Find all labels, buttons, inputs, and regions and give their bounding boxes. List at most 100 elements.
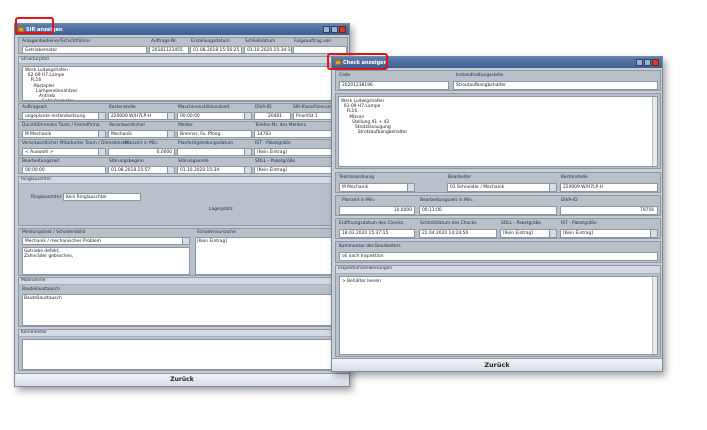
anlagenbediener-field[interactable]: Getriebemotor (22, 46, 147, 54)
inspektion-text: > Behälter leeren (342, 279, 381, 284)
massnahme-header: Maßnahme (19, 278, 347, 285)
maximize-icon[interactable] (644, 59, 651, 66)
team-label: Durchführendes Team / Fremdfirma (22, 123, 100, 128)
planfertigstellung-field[interactable] (177, 148, 252, 156)
eroeffnungsdatum-field[interactable]: 18.03.2020 15:37:15 (339, 229, 415, 238)
check-soll-paketgroesse-label: SOLL - Paketgröße (501, 221, 542, 226)
zurueck-button[interactable]: Zurück (15, 373, 349, 386)
sir-titlebar[interactable]: SIR anzeigen (15, 24, 349, 35)
teamzuordnung-select[interactable]: M Mechanik (339, 183, 415, 192)
strukturpfad-section: Strukturpfad Werk Ludwigshafen 02-09 H7.… (18, 56, 348, 102)
check-planzeit-label: Planzeit in Min. (342, 198, 376, 203)
auftragsart-label: Auftragsart (22, 105, 47, 110)
bauteilaustausch-label: Bauteilaustausch (22, 287, 60, 292)
verantwortlicher-select[interactable]: Mechanik (108, 130, 175, 138)
code-field[interactable]: 20201238196 (339, 81, 449, 90)
code-row: Code Instandhaltungsstelle 20201238196 S… (335, 70, 661, 91)
col-folgeauftrag: Folgeauftrag von (294, 39, 332, 44)
close-icon[interactable] (339, 26, 346, 33)
inspektion-header: Inspektionsanweisungen (336, 266, 660, 274)
maximize-icon[interactable] (331, 26, 338, 33)
check-kostenstelle-field[interactable]: 220009 W/H7LP-H (560, 183, 658, 192)
stillstandzeit-label: Maschinenstillstandzeit (178, 105, 230, 110)
melder-label: Melder (178, 123, 194, 128)
auftrags-nr-field[interactable]: 20181123455 (149, 46, 189, 54)
stoerungsbeginn-field[interactable]: 01.08.2018 15:57 (108, 166, 175, 174)
meldungstext-label: Meldungstext / Schadensbild (22, 230, 86, 235)
melder-field[interactable]: Brenner, Fa. Pfoog (177, 130, 252, 138)
check-planzeit-field[interactable]: 10,0000 (339, 206, 415, 215)
erstellungsdatum-field[interactable]: 01.08.2018 15:56:25 (190, 46, 242, 54)
ringlauschtel-section: Ringlauschtel Ringlauschtel: Kein Ringla… (18, 176, 348, 226)
auftragsart-select[interactable]: ungeplante Instandsetzung (22, 112, 106, 120)
strukturpfad-label: Strukturpfad (19, 57, 347, 64)
planzeit-label: Planzeit in Min. (125, 141, 159, 146)
planfertigstellung-label: Planfertigstellungsdatum (178, 141, 234, 146)
diva-id-field[interactable]: 20481 (254, 112, 291, 120)
planzeit-field[interactable]: 0,0000 (108, 148, 175, 156)
eroeffnungsdatum-label: Eröffnungsdatum des Checks (339, 221, 404, 226)
instandhaltungsstelle-label: Instandhaltungsstelle (456, 73, 504, 78)
teamzuordnung-label: Teamzuordnung (339, 175, 375, 180)
check-zurueck-button[interactable]: Zurück (332, 358, 662, 371)
planzeit-row: Planzeit in Min. Bearbeitungszeit in Min… (335, 195, 661, 216)
meldungstext-area[interactable]: Getriebe defekt, Zahnräder gebrochen, (22, 247, 190, 275)
mitarbeiter-label: Verantwortlicher Mitarbeiter Team / Dien… (22, 141, 129, 146)
instandhaltungsstelle-field[interactable]: Stroutaufbangbehalter (453, 81, 658, 90)
check-ist-paketgroesse-select[interactable]: [Kein Eintrag] (560, 229, 658, 238)
stoerungsende-label: Störungsende (178, 159, 209, 164)
minimize-icon[interactable] (636, 59, 643, 66)
minimize-icon[interactable] (323, 26, 330, 33)
meldung-select[interactable]: Mechanik / mechanisches Problem (22, 237, 190, 245)
inspektion-section: Inspektionsanweisungen > Behälter leeren (335, 265, 661, 357)
strukturpfad-tree[interactable]: Werk Ludwigshafen 02-09 H7.Lampe FL16 Ab… (22, 66, 346, 101)
code-label: Code (339, 73, 351, 78)
bauteilaustausch-text: Bauteilaustausch (24, 296, 62, 301)
col-auftrags-nr: Auftrags-Nr. (151, 39, 178, 44)
teamzuordnung-row: Teamzuordnung Bearbeiter Kostenstelle M … (335, 172, 661, 193)
check-strukturpfad-tree[interactable]: Werk Ludwigshafen 02-09 H7.Lampe FL16 Mi… (338, 96, 658, 167)
sir-header-section: Anlagenbediener/Schichtführer Auftrags-N… (18, 37, 348, 54)
bearbeiter-kommentar-label: Kommentar des Bearbeiters (339, 244, 401, 249)
kommentar-area[interactable] (22, 339, 346, 370)
bearbeiter-select[interactable]: 01 Schneider / Mechanik (447, 183, 557, 192)
meldungstext-text: Getriebe defekt, Zahnräder gebrochen, (24, 249, 74, 260)
ringlauschtel-field[interactable]: Kein Ringlauschtel (63, 193, 141, 201)
inspektion-area[interactable]: > Behälter leeren (339, 276, 658, 355)
check-soll-paketgroesse-select[interactable]: [Kein Eintrag] (500, 229, 557, 238)
schadensursache-field[interactable]: [Kein Eintrag] (195, 237, 346, 275)
schliessdatum-field[interactable]: 01.10.2020 15:34:10 (244, 46, 292, 54)
bearbeitungszeit-min-label: Bearbeitungszeit in Min. (420, 198, 474, 203)
scrollbar[interactable] (652, 277, 657, 354)
close-icon[interactable] (652, 59, 659, 66)
bearbeitungszeit-field[interactable]: 00:00:00 (22, 166, 106, 174)
bearbeiter-kommentar-field[interactable]: ok nach Inspektion (339, 252, 658, 261)
meldung-section: Meldungstext / Schadensbild Schadensursa… (18, 228, 348, 276)
stoerungsbeginn-label: Störungsbeginn (109, 159, 144, 164)
massnahme-section: Maßnahme Bauteilaustausch Bauteilaustaus… (18, 277, 348, 327)
col-erstellungsdatum: Erstellungsdatum (191, 39, 230, 44)
bearbeitungszeit-label: Bearbeitungszeit (22, 159, 60, 164)
checkdaten-row: Eröffnungsdatum des Checks Schließdatum … (335, 218, 661, 239)
col-anlagenbediener: Anlagenbediener/Schichtführer (22, 39, 91, 44)
check-ist-paketgroesse-label: IST - Paketgröße (561, 221, 597, 226)
ringlauschtel-header: Ringlauschtel (19, 177, 347, 184)
schadensursache-text: [Kein Eintrag] (197, 239, 227, 244)
kostenstelle-select[interactable]: 220009 W/H7LP-H (108, 112, 175, 120)
stillstandzeit-field[interactable]: 00:00:00 (177, 112, 252, 120)
check-diva-id-label: DIVA-ID (561, 198, 578, 203)
bearbeitungszeit-min-field[interactable]: 00:11:00 (419, 206, 557, 215)
check-diva-id-field[interactable]: 79756 (560, 206, 658, 215)
stoerungsende-field[interactable]: 01.10.2020 15:34 (177, 166, 252, 174)
bearbeiter-label: Bearbeiter (448, 175, 472, 180)
scrollbar[interactable] (652, 97, 657, 166)
strukturpfad-text: Werk Ludwigshafen 02-09 H7.Lampe FL16 Ab… (25, 68, 78, 100)
mitarbeiter-select[interactable]: < Auswahl > (22, 148, 106, 156)
soll-paketgroesse-label: SOLL - Paketgröße (255, 159, 296, 164)
lagerplatz-label: Lagerplatz: (209, 207, 234, 212)
team-select[interactable]: M Mechanik (22, 130, 106, 138)
team-row: Durchführendes Team / Fremdfirma Verantw… (18, 121, 348, 138)
bauteilaustausch-area[interactable]: Bauteilaustausch (22, 294, 346, 326)
kommentar-header: Kommentar (19, 330, 347, 337)
check-schliessdatum-field[interactable]: 22.04.2020 14:24:50 (419, 229, 497, 238)
